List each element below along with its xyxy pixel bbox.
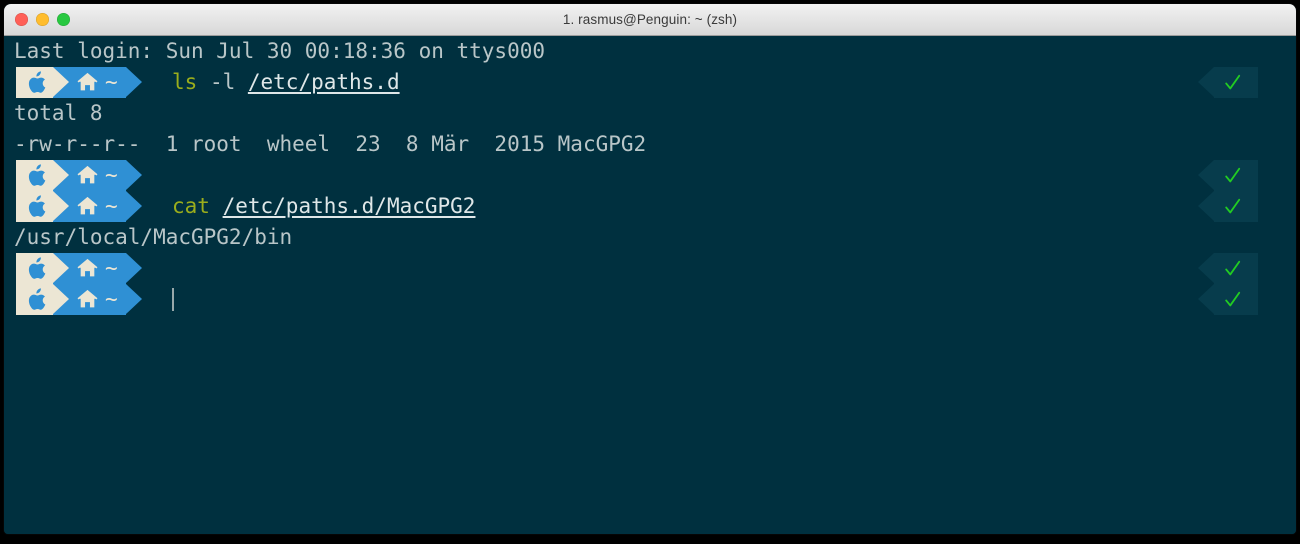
powerline-prompt: ~	[16, 160, 142, 191]
prompt-cwd-label: ~	[105, 163, 118, 187]
text-cursor	[172, 288, 174, 311]
terminal-command-area[interactable]	[172, 284, 174, 315]
prompt-segment-user	[16, 67, 69, 98]
terminal-body[interactable]: Last login: Sun Jul 30 00:18:36 on ttys0…	[4, 36, 1296, 534]
window-title: 1. rasmus@Penguin: ~ (zsh)	[562, 12, 738, 27]
prompt-status-segment	[1198, 67, 1258, 98]
terminal-command: cat	[172, 194, 210, 218]
close-button[interactable]	[15, 13, 28, 26]
terminal-prompt-line[interactable]: ~	[4, 284, 1296, 315]
terminal-window: 1. rasmus@Penguin: ~ (zsh) Last login: S…	[4, 4, 1296, 534]
terminal-command: ls	[172, 70, 198, 94]
apple-logo-icon	[28, 164, 47, 187]
powerline-prompt: ~	[16, 67, 142, 98]
apple-logo-icon	[28, 288, 47, 311]
terminal-output-line: /usr/local/MacGPG2/bin	[14, 225, 293, 249]
prompt-cwd-label: ~	[105, 287, 118, 311]
prompt-status-segment	[1198, 160, 1258, 191]
home-icon	[77, 289, 98, 310]
screenshot-root: 1. rasmus@Penguin: ~ (zsh) Last login: S…	[0, 0, 1300, 544]
home-icon	[77, 196, 98, 217]
prompt-segment-user	[16, 284, 69, 315]
powerline-prompt: ~	[16, 191, 142, 222]
prompt-status-segment	[1198, 191, 1258, 222]
window-titlebar[interactable]: 1. rasmus@Penguin: ~ (zsh)	[4, 4, 1296, 36]
terminal-command-path: /etc/paths.d	[247, 70, 400, 94]
terminal-command-path: /etc/paths.d/MacGPG2	[222, 194, 476, 218]
apple-logo-icon	[28, 71, 47, 94]
prompt-cwd-label: ~	[105, 194, 118, 218]
home-icon	[77, 258, 98, 279]
home-icon	[77, 165, 98, 186]
terminal-output-line: -rw-r--r-- 1 root wheel 23 8 Mär 2015 Ma…	[14, 132, 647, 156]
minimize-button[interactable]	[36, 13, 49, 26]
terminal-prompt-line[interactable]: ~ cat /etc/paths.d/MacGPG2	[4, 191, 1296, 222]
terminal-command-area[interactable]: ls -l /etc/paths.d	[172, 67, 400, 98]
terminal-output-line: total 8	[14, 101, 103, 125]
terminal-command-area[interactable]: cat /etc/paths.d/MacGPG2	[172, 191, 475, 222]
terminal-output-line: Last login: Sun Jul 30 00:18:36 on ttys0…	[14, 39, 546, 63]
terminal-command-args	[210, 191, 223, 222]
terminal-command-args: -l	[197, 70, 248, 94]
home-icon	[77, 72, 98, 93]
prompt-segment-user	[16, 160, 69, 191]
terminal-prompt-line[interactable]: ~ ls -l /etc/paths.d	[4, 67, 1296, 98]
prompt-segment-user	[16, 253, 69, 284]
checkmark-icon	[1223, 73, 1242, 92]
window-controls	[15, 4, 70, 35]
powerline-prompt: ~	[16, 284, 142, 315]
terminal-prompt-line[interactable]: ~	[4, 253, 1296, 284]
checkmark-icon	[1223, 197, 1242, 216]
zoom-button[interactable]	[57, 13, 70, 26]
terminal-prompt-line[interactable]: ~	[4, 160, 1296, 191]
prompt-cwd-label: ~	[105, 256, 118, 280]
checkmark-icon	[1223, 259, 1242, 278]
prompt-segment-user	[16, 191, 69, 222]
prompt-status-segment	[1198, 253, 1258, 284]
prompt-cwd-label: ~	[105, 70, 118, 94]
prompt-status-segment	[1198, 284, 1258, 315]
apple-logo-icon	[28, 195, 47, 218]
apple-logo-icon	[28, 257, 47, 280]
powerline-prompt: ~	[16, 253, 142, 284]
checkmark-icon	[1223, 166, 1242, 185]
checkmark-icon	[1223, 290, 1242, 309]
